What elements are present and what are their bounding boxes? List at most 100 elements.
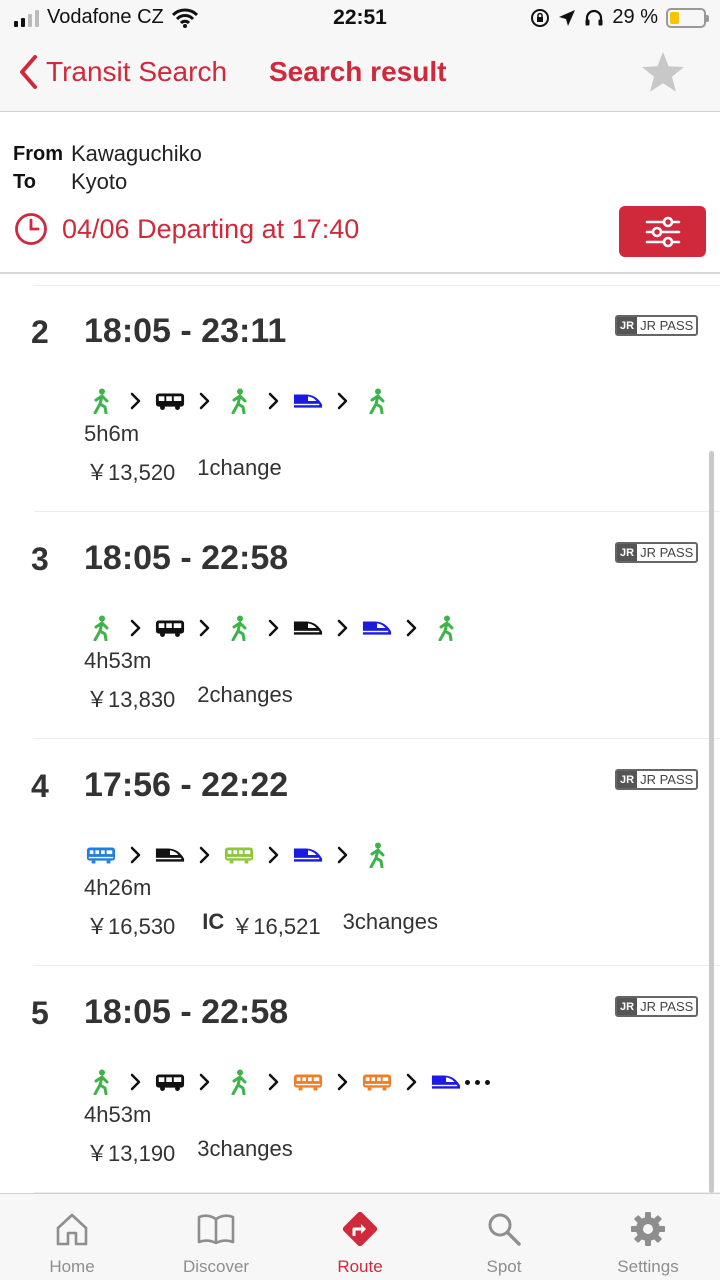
jr-pass-label: JR PASS <box>640 772 694 787</box>
shinkansen-icon <box>431 1075 461 1089</box>
chevron-right-icon <box>199 619 209 637</box>
chevron-right-icon <box>337 619 347 637</box>
leg-separator <box>116 840 155 870</box>
search-icon <box>488 1213 521 1246</box>
from-value: Kawaguchiko <box>71 141 202 166</box>
search-summary: From Kawaguchiko To Kyoto 04/06 Departin… <box>0 112 720 274</box>
leg-separator <box>116 386 155 416</box>
route-number: 4 <box>31 768 49 804</box>
leg-separator <box>185 1067 224 1097</box>
jr-logo: JR <box>617 998 638 1015</box>
shinkansen-icon <box>155 848 185 862</box>
route-results-list[interactable]: 2 18:05 - 23:11 JR JR PASS 5h6m ￥13,520 1chang… <box>0 285 720 1193</box>
tab-bar: Home Discover Route Spot Settings <box>0 1193 720 1280</box>
chevron-right-icon <box>268 1073 278 1091</box>
departure-label: 04/06 Departing at 17:40 <box>62 213 360 244</box>
transit-leg <box>293 386 323 416</box>
jr-logo: JR <box>617 317 638 334</box>
route-fare-row: ￥16,530 IC ￥16,521 3changes <box>86 909 438 941</box>
route-time: 18:05 - 23:11 <box>84 312 287 350</box>
route-number: 3 <box>31 541 49 577</box>
transit-leg <box>431 613 461 643</box>
bus-icon <box>155 1074 185 1091</box>
shinkansen-icon <box>293 621 323 635</box>
shinkansen-icon <box>293 848 323 862</box>
route-card[interactable]: 3 18:05 - 22:58 JR JR PASS 4h53m ￥13,830 2chan… <box>0 512 720 739</box>
scrollbar[interactable] <box>709 451 714 1193</box>
filter-button[interactable] <box>619 206 706 257</box>
sliders-icon <box>645 216 680 247</box>
bus-icon <box>155 393 185 410</box>
leg-separator <box>116 613 155 643</box>
chevron-right-icon <box>406 1073 416 1091</box>
walk-icon <box>369 842 385 868</box>
gear-icon <box>631 1212 665 1246</box>
leg-separator <box>185 386 224 416</box>
walk-icon <box>93 1069 109 1095</box>
shinkansen-icon <box>362 621 392 635</box>
chevron-right-icon <box>268 392 278 410</box>
star-icon <box>642 52 684 92</box>
headphones-icon <box>585 9 603 25</box>
chevron-right-icon <box>130 392 140 410</box>
tab-settings[interactable]: Settings <box>576 1194 720 1280</box>
route-duration: 5h6m <box>84 421 140 446</box>
walk-icon <box>93 615 109 641</box>
route-fare: ￥13,190 <box>86 1141 176 1166</box>
leg-separator <box>323 840 362 870</box>
leg-separator <box>323 386 362 416</box>
route-icon <box>342 1211 378 1247</box>
transit-leg <box>224 1067 254 1097</box>
tab-discover[interactable]: Discover <box>144 1194 288 1280</box>
transit-leg <box>362 1067 392 1097</box>
walk-icon <box>231 615 247 641</box>
departure-time-button[interactable]: 04/06 Departing at 17:40 <box>14 212 359 246</box>
train-icon <box>224 847 254 864</box>
chevron-right-icon <box>337 1073 347 1091</box>
route-duration: 4h53m <box>84 1102 152 1127</box>
transit-leg <box>362 386 392 416</box>
route-card[interactable]: 5 18:05 - 22:58 JR JR PASS 4h53m ￥13,190 3chan… <box>0 966 720 1193</box>
transit-leg <box>86 1067 116 1097</box>
tab-label: Discover <box>182 1257 250 1276</box>
tab-home[interactable]: Home <box>0 1194 144 1280</box>
train-icon <box>293 1074 323 1091</box>
route-legs <box>86 840 392 870</box>
tab-route[interactable]: Route <box>288 1194 432 1280</box>
chevron-right-icon <box>268 846 278 864</box>
tab-label: Route <box>337 1257 383 1276</box>
jr-pass-label: JR PASS <box>640 545 694 560</box>
route-card[interactable]: 4 17:56 - 22:22 JR JR PASS 4h26m ￥16,530 IC ￥16… <box>0 739 720 966</box>
leg-separator <box>323 1067 362 1097</box>
route-fare: ￥13,520 <box>86 460 176 485</box>
tab-spot[interactable]: Spot <box>432 1194 576 1280</box>
leg-separator <box>392 613 431 643</box>
transit-leg <box>293 840 323 870</box>
nav-bar: Transit Search Search result <box>0 36 720 112</box>
walk-icon <box>438 615 454 641</box>
jr-pass-badge: JR JR PASS <box>615 769 699 790</box>
shinkansen-icon <box>293 394 323 408</box>
train-icon <box>86 847 116 864</box>
tab-label: Home <box>49 1257 95 1276</box>
back-button[interactable]: Transit Search <box>18 54 227 90</box>
route-number: 2 <box>31 314 49 350</box>
leg-separator <box>254 840 293 870</box>
route-time: 18:05 - 22:58 <box>84 539 289 577</box>
chevron-right-icon <box>337 392 347 410</box>
jr-logo: JR <box>617 771 638 788</box>
transit-leg <box>155 613 185 643</box>
leg-separator <box>254 613 293 643</box>
leg-separator <box>254 1067 293 1097</box>
leg-separator <box>254 386 293 416</box>
route-changes: 1change <box>197 455 282 480</box>
back-label: Transit Search <box>46 56 228 87</box>
book-icon <box>197 1214 235 1245</box>
route-card[interactable]: 2 18:05 - 23:11 JR JR PASS 5h6m ￥13,520 1chang… <box>0 285 720 512</box>
route-fare-row: ￥13,190 3changes <box>86 1136 293 1168</box>
chevron-right-icon <box>130 1073 140 1091</box>
transit-leg <box>224 386 254 416</box>
transit-leg <box>224 613 254 643</box>
transit-leg <box>431 1067 461 1097</box>
favorite-button[interactable] <box>640 50 686 99</box>
